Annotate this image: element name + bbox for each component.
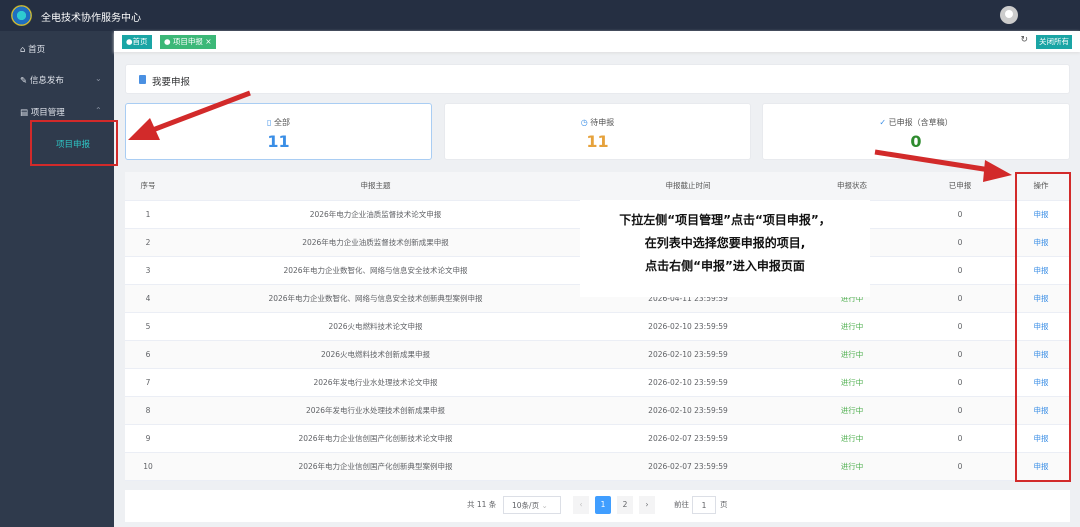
arrow-right-head xyxy=(983,160,1012,182)
arrow-right xyxy=(874,149,991,173)
annotation-arrows xyxy=(128,90,1012,182)
arrow-left xyxy=(149,90,251,134)
